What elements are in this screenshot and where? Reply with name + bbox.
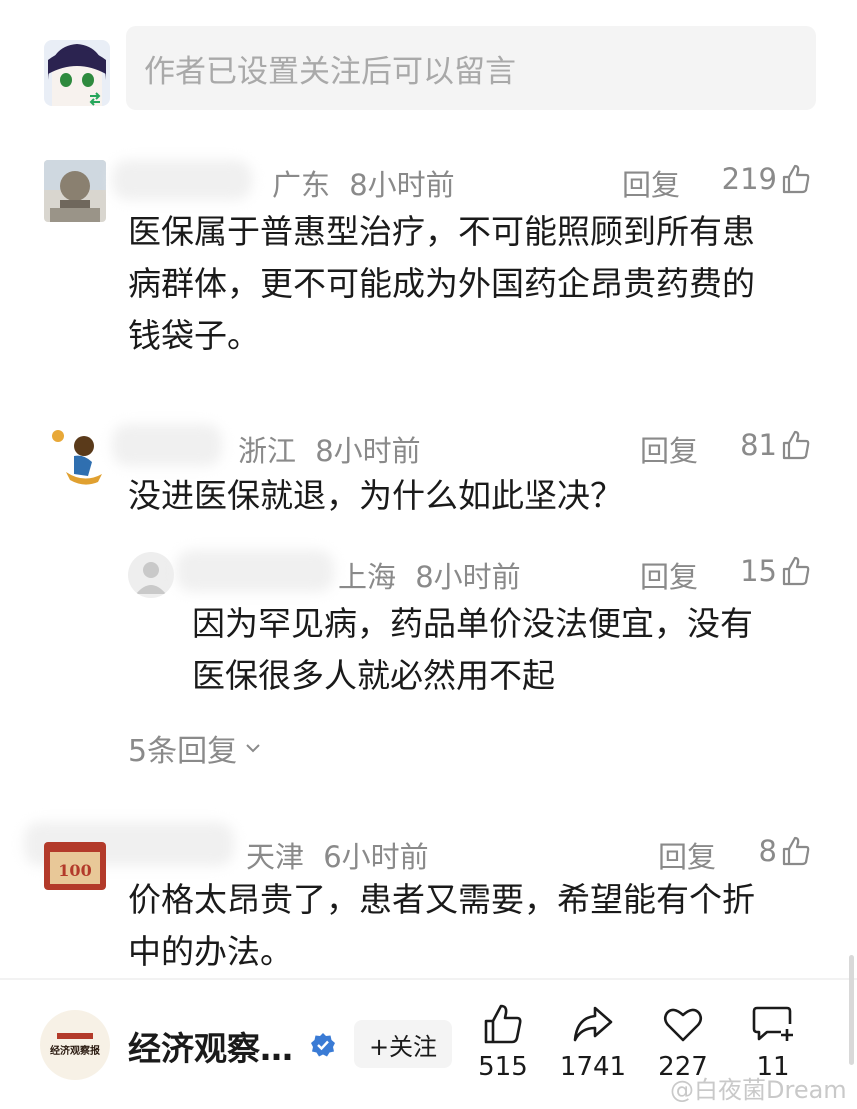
comment-add-icon xyxy=(752,1006,793,1041)
comment-text: 价格太昂贵了，患者又需要，希望能有个折 中的办法。 xyxy=(128,874,818,978)
like-button[interactable]: 219 xyxy=(722,162,811,196)
follow-button[interactable]: +关注 xyxy=(354,1020,452,1068)
reply-time: 8小时前 xyxy=(415,560,521,594)
follow-label: +关注 xyxy=(368,1032,438,1061)
thumb-up-icon xyxy=(782,164,810,194)
comment-line: 医保属于普惠型治疗，不可能照顾到所有患 xyxy=(128,212,755,251)
share-icon xyxy=(573,1006,613,1042)
comment-input-placeholder: 作者已设置关注后可以留言 xyxy=(144,53,516,90)
thumb-up-icon xyxy=(484,1004,522,1044)
commenter-name-blurred[interactable] xyxy=(112,160,252,200)
comment-line: 中的办法。 xyxy=(128,932,293,971)
chevron-down-icon xyxy=(246,744,260,753)
comment-time: 8小时前 xyxy=(349,168,455,202)
commenter-name-blurred[interactable] xyxy=(112,424,222,466)
like-button[interactable]: 8 xyxy=(759,834,811,868)
bottom-bar-divider xyxy=(0,978,857,980)
share-count: 1741 xyxy=(559,1052,627,1082)
reply-line: 医保很多人就必然用不起 xyxy=(192,656,555,695)
scrollbar[interactable] xyxy=(849,955,854,1065)
comment-line: 没进医保就退，为什么如此坚决？ xyxy=(128,476,623,515)
share-button[interactable]: 1741 xyxy=(548,1002,638,1082)
comment-line: 钱袋子。 xyxy=(128,316,260,355)
reply-location: 上海 xyxy=(338,560,397,594)
thumb-up-icon xyxy=(782,556,810,586)
comment-location: 浙江 xyxy=(238,434,297,468)
svg-text:100: 100 xyxy=(58,861,91,880)
watermark: @白夜菌Dream xyxy=(670,1076,847,1104)
comment-text: 医保属于普惠型治疗，不可能照顾到所有患 病群体，更不可能成为外国药企昂贵药费的 … xyxy=(128,206,818,362)
comment-time: 6小时前 xyxy=(323,840,429,874)
comment-input[interactable]: 作者已设置关注后可以留言 xyxy=(126,26,816,110)
comment-meta: 天津 6小时前 xyxy=(246,834,429,876)
like-button[interactable]: 81 xyxy=(740,428,811,462)
comment-line: 价格太昂贵了，患者又需要，希望能有个折 xyxy=(128,880,755,919)
publisher-logo[interactable]: 经济观察报 xyxy=(40,1010,110,1080)
commenter-avatar[interactable]: 100 xyxy=(44,842,106,890)
like-count: 81 xyxy=(740,428,777,462)
like-count: 15 xyxy=(740,554,777,588)
article-like-button[interactable]: 515 xyxy=(458,1002,548,1082)
comment-text: 没进医保就退，为什么如此坚决？ xyxy=(128,470,818,522)
comment-line: 病群体，更不可能成为外国药企昂贵药费的 xyxy=(128,264,755,303)
comment-meta: 广东 8小时前 xyxy=(272,162,455,204)
replier-name-blurred[interactable] xyxy=(176,550,334,592)
more-replies-link[interactable]: 5条回复 xyxy=(128,726,263,770)
reply-line: 因为罕见病，药品单价没法便宜，没有 xyxy=(192,604,753,643)
reply-button[interactable]: 回复 xyxy=(640,554,698,596)
current-user-avatar[interactable] xyxy=(44,40,110,106)
like-count: 8 xyxy=(758,834,777,868)
reply-button[interactable]: 回复 xyxy=(622,162,680,204)
publisher-logo-text: 经济观察报 xyxy=(50,1046,100,1057)
like-count: 515 xyxy=(478,1052,528,1082)
verified-badge-icon xyxy=(311,1033,335,1057)
replier-avatar[interactable] xyxy=(128,552,174,598)
thumb-up-icon xyxy=(782,836,810,866)
reply-button[interactable]: 回复 xyxy=(640,428,698,470)
comment-time: 8小时前 xyxy=(315,434,421,468)
commenter-avatar[interactable] xyxy=(44,160,106,222)
reply-meta: 上海 8小时前 xyxy=(338,554,521,596)
like-count: 219 xyxy=(721,162,777,196)
reply-button[interactable]: 回复 xyxy=(658,834,716,876)
thumb-up-icon xyxy=(782,430,810,460)
heart-icon xyxy=(663,1008,703,1042)
commenter-avatar[interactable] xyxy=(44,426,106,488)
reply-text: 因为罕见病，药品单价没法便宜，没有 医保很多人就必然用不起 xyxy=(192,598,812,702)
comment-meta: 浙江 8小时前 xyxy=(238,428,421,470)
like-button[interactable]: 15 xyxy=(740,554,811,588)
more-replies-label: 5条回复 xyxy=(128,734,238,769)
comment-location: 广东 xyxy=(272,168,331,202)
publisher-name[interactable]: 经济观察… xyxy=(128,1022,293,1070)
comment-location: 天津 xyxy=(246,840,305,874)
